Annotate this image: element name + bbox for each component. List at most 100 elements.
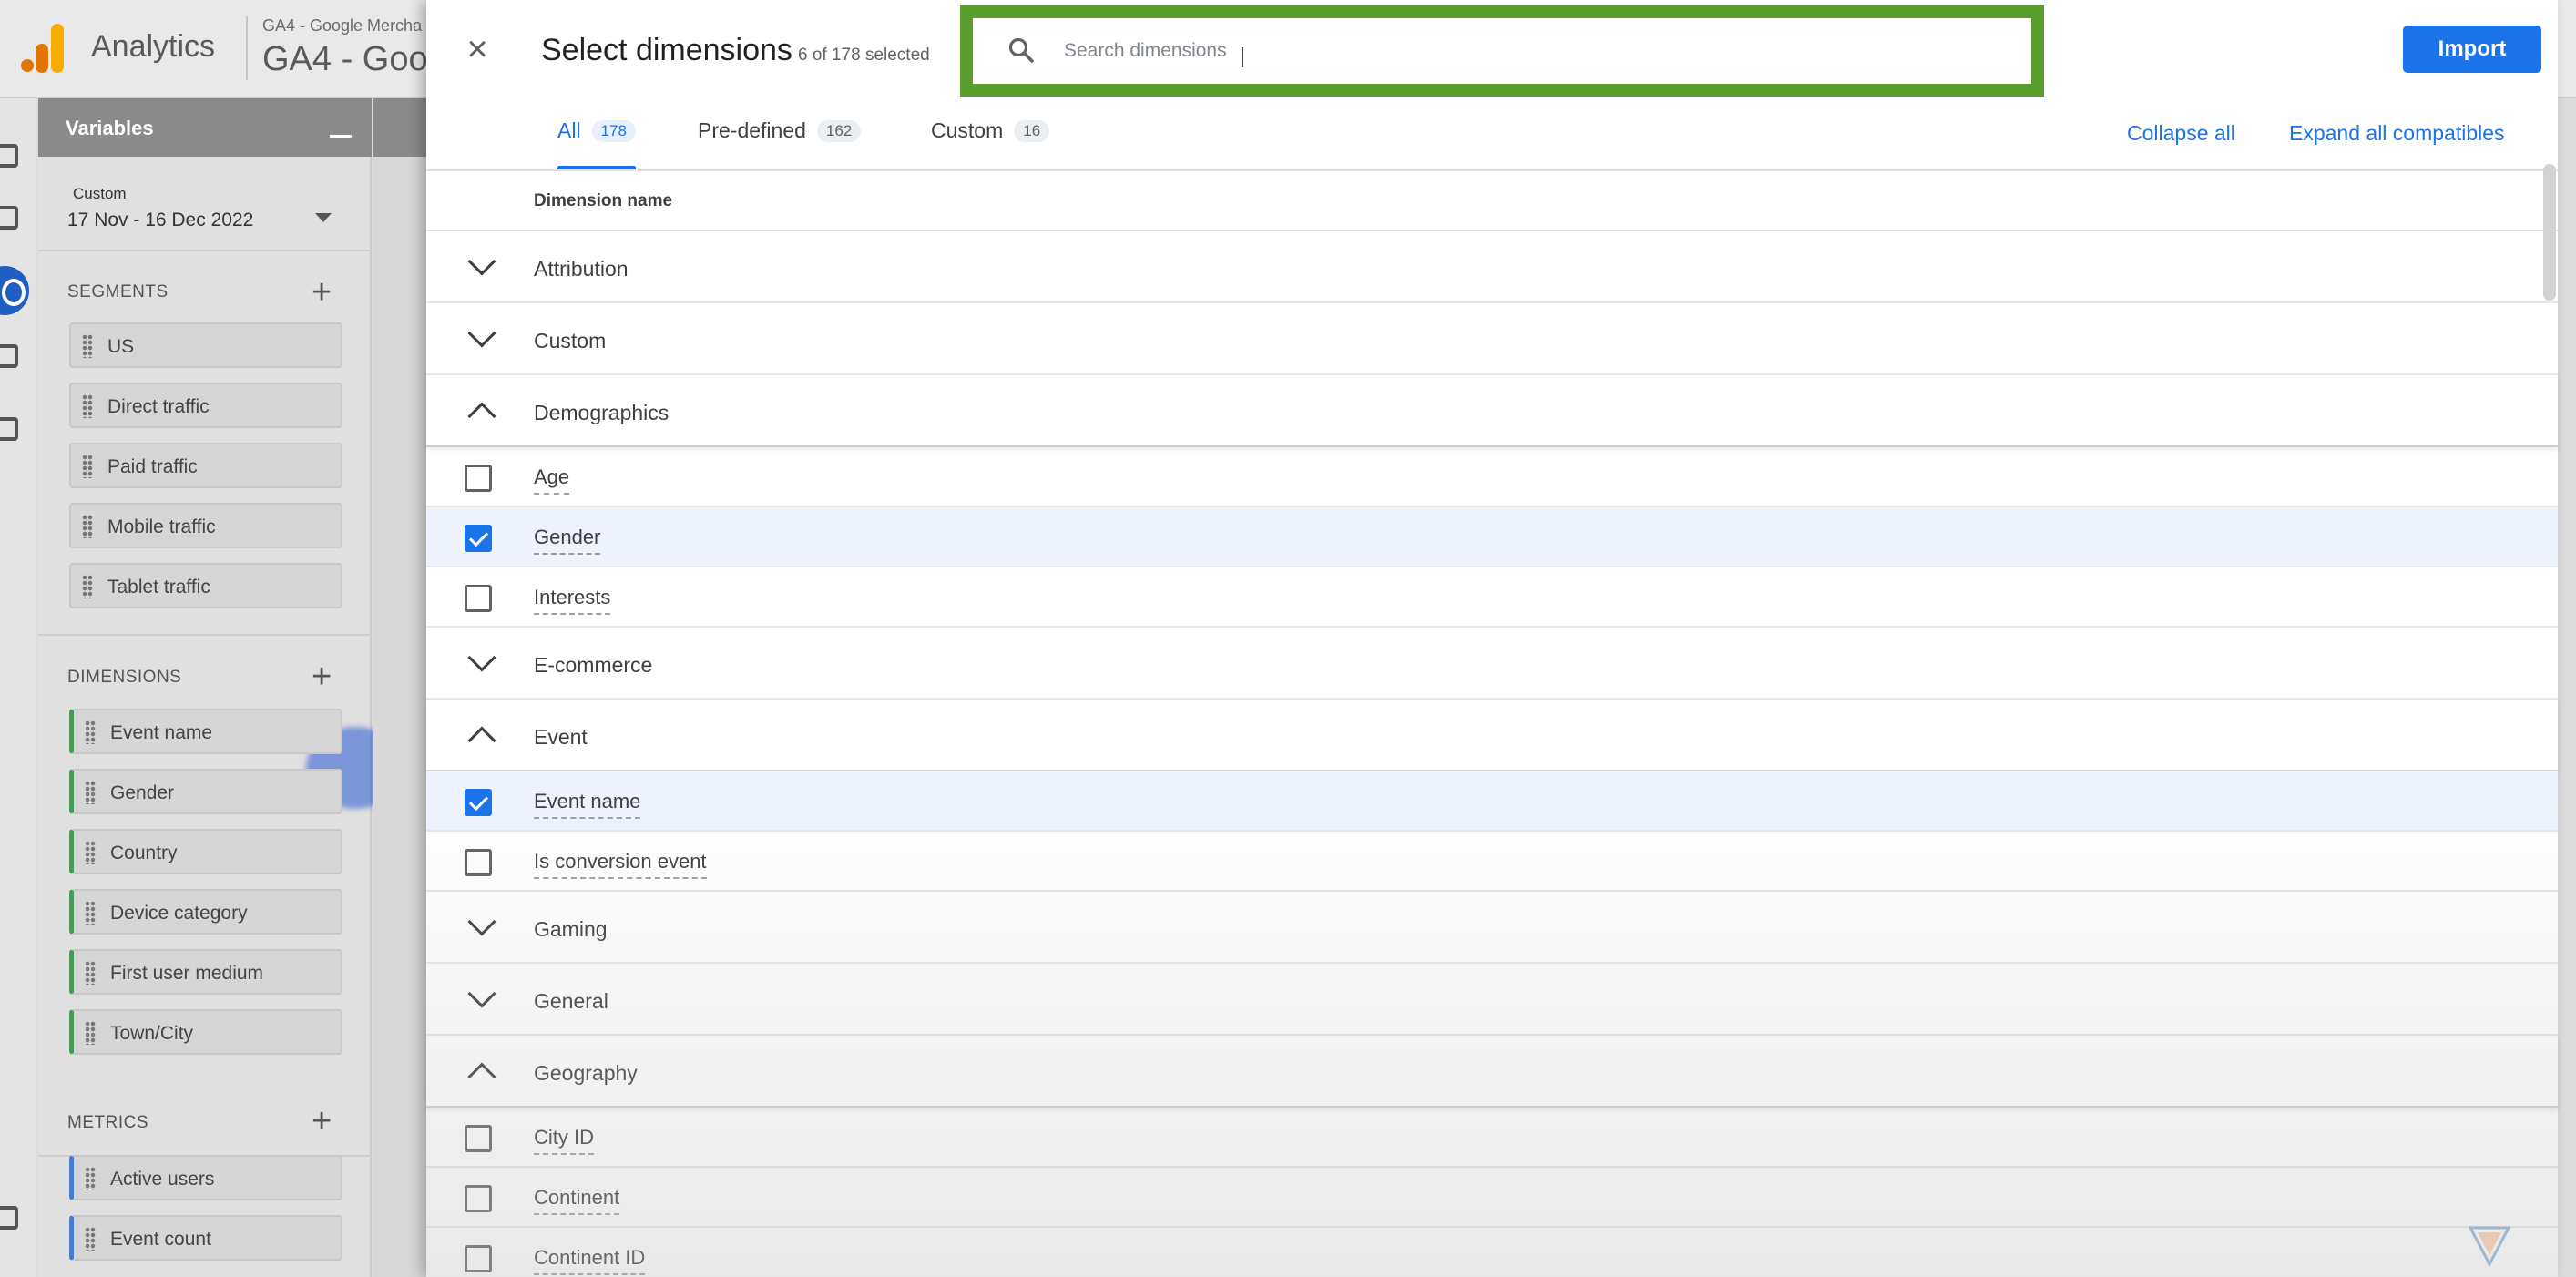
tab-settings-panel <box>373 98 428 1277</box>
dimension-row-continent-id[interactable]: Continent ID <box>426 1228 2558 1277</box>
settings-gear-icon[interactable] <box>0 1206 18 1230</box>
drag-handle-icon[interactable] <box>85 961 96 985</box>
dimension-label[interactable]: Continent <box>534 1186 620 1215</box>
variable-chip-label: Event name <box>110 722 213 743</box>
configure-icon[interactable] <box>0 417 18 441</box>
variable-chip-us[interactable]: US <box>69 322 342 368</box>
expand-all-compatibles-link[interactable]: Expand all compatibles <box>2289 121 2505 146</box>
chevron-up-icon[interactable] <box>467 402 496 431</box>
tab-count: 16 <box>1014 120 1050 142</box>
variable-chip-active-users[interactable]: Active users <box>69 1155 342 1200</box>
property-name[interactable]: GA4 - Goo <box>262 40 428 79</box>
dimension-group-event[interactable]: Event <box>426 700 2558 771</box>
drag-handle-icon[interactable] <box>82 334 93 358</box>
variable-chip-label: Event count <box>110 1229 211 1250</box>
dimension-label[interactable]: Age <box>534 465 570 495</box>
variable-chip-town-city[interactable]: Town/City <box>69 1009 342 1055</box>
drag-handle-icon[interactable] <box>85 1021 96 1045</box>
drag-handle-icon[interactable] <box>82 515 93 538</box>
drag-handle-icon[interactable] <box>85 781 96 804</box>
chevron-down-icon[interactable] <box>467 319 496 348</box>
dimension-group-e-commerce[interactable]: E-commerce <box>426 628 2558 700</box>
drag-handle-icon[interactable] <box>82 394 93 418</box>
variable-chip-label: Gender <box>110 782 175 803</box>
chevron-up-icon[interactable] <box>467 1062 496 1091</box>
tabs-divider <box>426 169 2558 171</box>
close-button[interactable]: × <box>459 31 496 67</box>
property-account-name[interactable]: GA4 - Google Mercha <box>262 16 422 36</box>
dimension-label[interactable]: Interests <box>534 586 611 615</box>
minimize-icon[interactable] <box>330 135 352 138</box>
dimension-checkbox[interactable] <box>465 1245 492 1272</box>
chevron-down-icon[interactable] <box>467 907 496 936</box>
chevron-down-icon[interactable] <box>467 247 496 276</box>
chevron-up-icon[interactable] <box>467 726 496 755</box>
drag-handle-icon[interactable] <box>85 720 96 744</box>
drag-handle-icon[interactable] <box>85 901 96 925</box>
dimension-checkbox[interactable] <box>465 789 492 816</box>
chevron-down-icon[interactable] <box>467 979 496 1008</box>
dimension-checkbox[interactable] <box>465 849 492 876</box>
variable-chip-country[interactable]: Country <box>69 829 342 874</box>
search-input[interactable] <box>1064 33 1993 69</box>
reports-icon[interactable] <box>0 206 18 230</box>
variable-chip-mobile-traffic[interactable]: Mobile traffic <box>69 503 342 548</box>
chevron-down-icon[interactable] <box>467 643 496 672</box>
dimension-checkbox[interactable] <box>465 1125 492 1152</box>
add-metric-button[interactable]: + <box>312 1104 332 1139</box>
variable-chip-event-name[interactable]: Event name <box>69 709 342 754</box>
dimension-checkbox[interactable] <box>465 585 492 612</box>
tab-all[interactable]: All 178 <box>557 118 636 169</box>
dimension-label[interactable]: Event name <box>534 790 641 819</box>
variable-chip-tablet-traffic[interactable]: Tablet traffic <box>69 563 342 608</box>
import-button[interactable]: Import <box>2403 26 2541 73</box>
dialog-scrollbar[interactable] <box>2543 164 2556 301</box>
text-cursor-icon <box>1242 47 1243 67</box>
dimension-row-is-conversion-event[interactable]: Is conversion event <box>426 832 2558 892</box>
dimension-checkbox[interactable] <box>465 1185 492 1212</box>
dimension-row-age[interactable]: Age <box>426 447 2558 507</box>
dimension-row-interests[interactable]: Interests <box>426 567 2558 628</box>
variable-chip-direct-traffic[interactable]: Direct traffic <box>69 383 342 428</box>
tab-pre-defined[interactable]: Pre-defined 162 <box>698 118 862 169</box>
advertising-icon[interactable] <box>0 344 18 368</box>
dimension-group-gaming[interactable]: Gaming <box>426 892 2558 964</box>
dimension-row-event-name[interactable]: Event name <box>426 771 2558 832</box>
date-range-value[interactable]: 17 Nov - 16 Dec 2022 <box>67 209 253 231</box>
search-box[interactable] <box>982 24 2028 78</box>
dimension-group-attribution[interactable]: Attribution <box>426 231 2558 303</box>
dimension-label[interactable]: Continent ID <box>534 1246 646 1275</box>
drag-handle-icon[interactable] <box>85 841 96 864</box>
dimension-group-label: E-commerce <box>534 653 653 677</box>
dimension-label[interactable]: Gender <box>534 526 601 555</box>
dimension-group-general[interactable]: General <box>426 964 2558 1036</box>
tab-custom[interactable]: Custom 16 <box>931 118 1050 169</box>
variable-chip-first-user-medium[interactable]: First user medium <box>69 949 342 995</box>
add-dimension-button[interactable]: + <box>312 659 332 694</box>
date-range-dropdown-icon[interactable] <box>315 213 332 222</box>
dimension-row-continent[interactable]: Continent <box>426 1168 2558 1228</box>
drag-handle-icon[interactable] <box>85 1227 96 1251</box>
dimension-group-custom[interactable]: Custom <box>426 303 2558 375</box>
explore-icon[interactable] <box>0 266 29 315</box>
variable-chip-device-category[interactable]: Device category <box>69 889 342 935</box>
add-segment-button[interactable]: + <box>312 275 332 310</box>
dimension-group-geography[interactable]: Geography <box>426 1036 2558 1108</box>
variable-chip-event-count[interactable]: Event count <box>69 1215 342 1261</box>
collapse-all-link[interactable]: Collapse all <box>2127 121 2235 146</box>
dimension-row-city-id[interactable]: City ID <box>426 1108 2558 1168</box>
dimension-group-demographics[interactable]: Demographics <box>426 375 2558 447</box>
dimension-label[interactable]: Is conversion event <box>534 850 707 879</box>
drag-handle-icon[interactable] <box>82 575 93 598</box>
home-icon[interactable] <box>0 144 18 168</box>
dimension-checkbox[interactable] <box>465 465 492 492</box>
drag-handle-icon[interactable] <box>82 455 93 478</box>
dimension-row-gender[interactable]: Gender <box>426 507 2558 567</box>
variable-chip-gender[interactable]: Gender <box>69 769 342 814</box>
dimension-group-label: Event <box>534 725 588 749</box>
dimension-label[interactable]: City ID <box>534 1126 594 1155</box>
drag-handle-icon[interactable] <box>85 1167 96 1190</box>
dimension-group-label: General <box>534 989 608 1013</box>
dimension-checkbox[interactable] <box>465 525 492 552</box>
variable-chip-paid-traffic[interactable]: Paid traffic <box>69 443 342 488</box>
